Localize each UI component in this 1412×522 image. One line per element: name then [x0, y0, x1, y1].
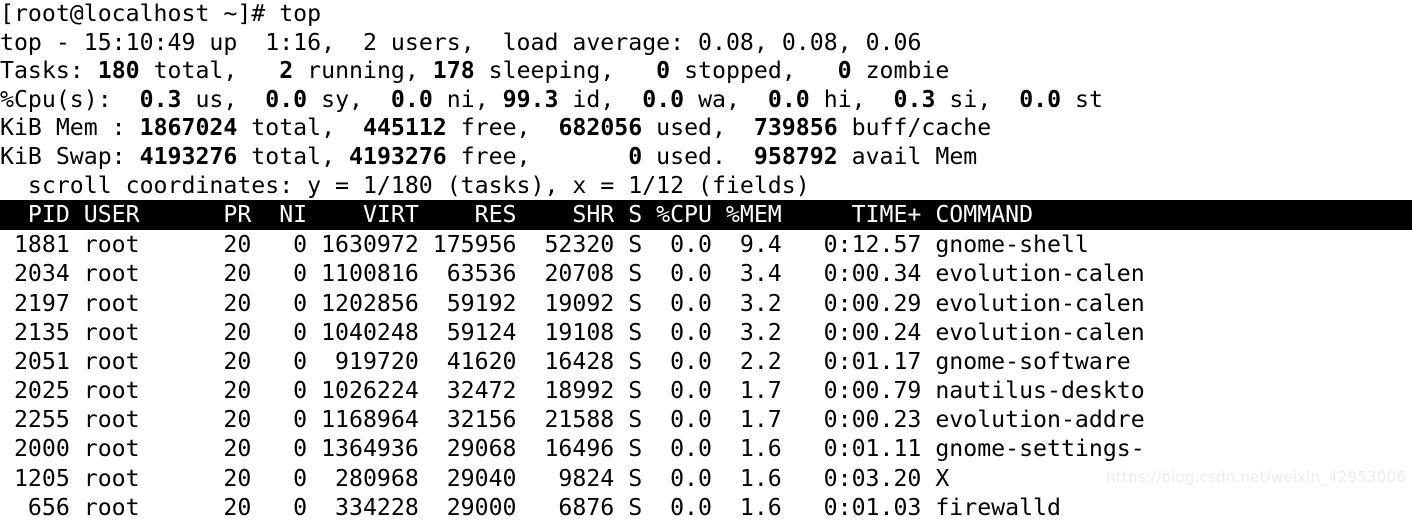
mem-total-label: total, — [237, 114, 363, 142]
mem-buffcache-label: buff/cache — [837, 114, 992, 142]
table-row[interactable]: 1205 root 20 0 280968 29040 9824 S 0.0 1… — [0, 464, 1412, 493]
swap-total-value: 4193276 — [139, 142, 238, 170]
tasks-total-value: 180 — [97, 57, 140, 85]
load-average-5min: 0.08, — [767, 28, 852, 56]
table-row[interactable]: 2051 root 20 0 919720 41620 16428 S 0.0 … — [0, 347, 1412, 376]
tasks-running-value: 2 — [237, 57, 294, 85]
tasks-zombie-value: 0 — [795, 57, 852, 85]
top-tasks-line: Tasks: 180 total, 2 running, 178 sleepin… — [0, 57, 1412, 86]
tasks-sleeping-value: 178 — [418, 57, 475, 85]
cpu-wa-value: 0.0 — [642, 85, 685, 113]
terminal-window[interactable]: [root@localhost ~]# top top - 15:10:49 u… — [0, 0, 1412, 521]
mem-buffcache-value: 739856 — [753, 114, 838, 142]
table-row[interactable]: 2135 root 20 0 1040248 59124 19108 S 0.0… — [0, 318, 1412, 347]
table-row[interactable]: 2000 root 20 0 1364936 29068 16496 S 0.0… — [0, 434, 1412, 463]
cpu-si-value: 0.3 — [893, 85, 936, 113]
swap-free-label: free, — [446, 142, 629, 170]
top-cpu-line: %Cpu(s): 0.3 us, 0.0 sy, 0.0 ni, 99.3 id… — [0, 86, 1412, 115]
top-uptime-line: top - 15:10:49 up 1:16, 2 users, load av… — [0, 29, 1412, 58]
uptime-duration: 1:16, — [251, 28, 336, 56]
mem-free-label: free, — [446, 114, 559, 142]
load-average-15min: 0.06 — [851, 28, 922, 56]
swap-total-label: total, — [237, 142, 350, 170]
cpu-sy-value: 0.0 — [265, 85, 308, 113]
swap-avail-label: avail Mem — [837, 142, 978, 170]
mem-used-label: used, — [642, 114, 754, 142]
tasks-total-label: total, — [139, 57, 238, 85]
cpu-hi-value: 0.0 — [767, 85, 810, 113]
swap-used-value: 0 — [628, 142, 643, 170]
table-row[interactable]: 2197 root 20 0 1202856 59192 19092 S 0.0… — [0, 289, 1412, 318]
cpu-id-value: 99.3 — [502, 85, 559, 113]
table-row[interactable]: 2255 root 20 0 1168964 32156 21588 S 0.0… — [0, 405, 1412, 434]
swap-avail-value: 958792 — [753, 142, 838, 170]
mem-free-value: 445112 — [362, 114, 447, 142]
load-average-1min: 0.08, — [698, 28, 768, 56]
mem-used-value: 682056 — [558, 114, 643, 142]
cpu-si-label: si, — [935, 85, 1020, 113]
tasks-stopped-value: 0 — [614, 57, 671, 85]
tasks-zombie-label: zombie — [851, 57, 950, 85]
cpu-us-label: us, — [181, 85, 266, 113]
top-swap-line: KiB Swap: 4193276 total, 4193276 free, 0… — [0, 143, 1412, 172]
cpu-us-value: 0.3 — [139, 85, 182, 113]
tasks-sleeping-label: sleeping, — [474, 57, 615, 85]
cpu-st-label: st — [1061, 85, 1103, 113]
cpu-sy-label: sy, — [307, 85, 391, 113]
cpu-ni-label: ni, — [432, 85, 503, 113]
mem-total-value: 1867024 — [139, 114, 238, 142]
scroll-coordinates-line: scroll coordinates: y = 1/180 (tasks), x… — [0, 171, 810, 199]
cpu-label: %Cpu(s): — [0, 85, 140, 113]
process-table-body: 1881 root 20 0 1630972 175956 52320 S 0.… — [0, 230, 1412, 522]
cpu-ni-value: 0.0 — [390, 85, 433, 113]
load-average-label: load average: — [474, 28, 699, 56]
tasks-stopped-label: stopped, — [670, 57, 796, 85]
tasks-label: Tasks: — [0, 57, 98, 85]
table-row[interactable]: 1881 root 20 0 1630972 175956 52320 S 0.… — [0, 230, 1412, 259]
uptime-program-label: top - — [0, 28, 84, 56]
mem-label: KiB Mem : — [0, 114, 140, 142]
top-summary-area: [root@localhost ~]# top top - 15:10:49 u… — [0, 0, 1412, 200]
swap-used-label: used. — [642, 142, 754, 170]
shell-prompt-line: [root@localhost ~]# top — [0, 0, 322, 27]
table-row[interactable]: 2034 root 20 0 1100816 63536 20708 S 0.0… — [0, 259, 1412, 288]
uptime-clock: 15:10:49 — [83, 28, 196, 56]
table-row[interactable]: 656 root 20 0 334228 29000 6876 S 0.0 1.… — [0, 493, 1412, 522]
swap-free-value: 4193276 — [349, 142, 447, 170]
cpu-wa-label: wa, — [684, 85, 768, 113]
table-row[interactable]: 2025 root 20 0 1026224 32472 18992 S 0.0… — [0, 376, 1412, 405]
top-memory-line: KiB Mem : 1867024 total, 445112 free, 68… — [0, 114, 1412, 143]
cpu-id-label: id, — [558, 85, 643, 113]
cpu-hi-label: hi, — [809, 85, 894, 113]
swap-label: KiB Swap: — [0, 142, 140, 170]
tasks-running-label: running, — [293, 57, 419, 85]
uptime-up-label: up — [195, 28, 252, 56]
cpu-st-value: 0.0 — [1019, 85, 1062, 113]
process-table-header[interactable]: PID USER PR NI VIRT RES SHR S %CPU %MEM … — [0, 200, 1412, 231]
uptime-users: 2 users, — [335, 28, 475, 56]
